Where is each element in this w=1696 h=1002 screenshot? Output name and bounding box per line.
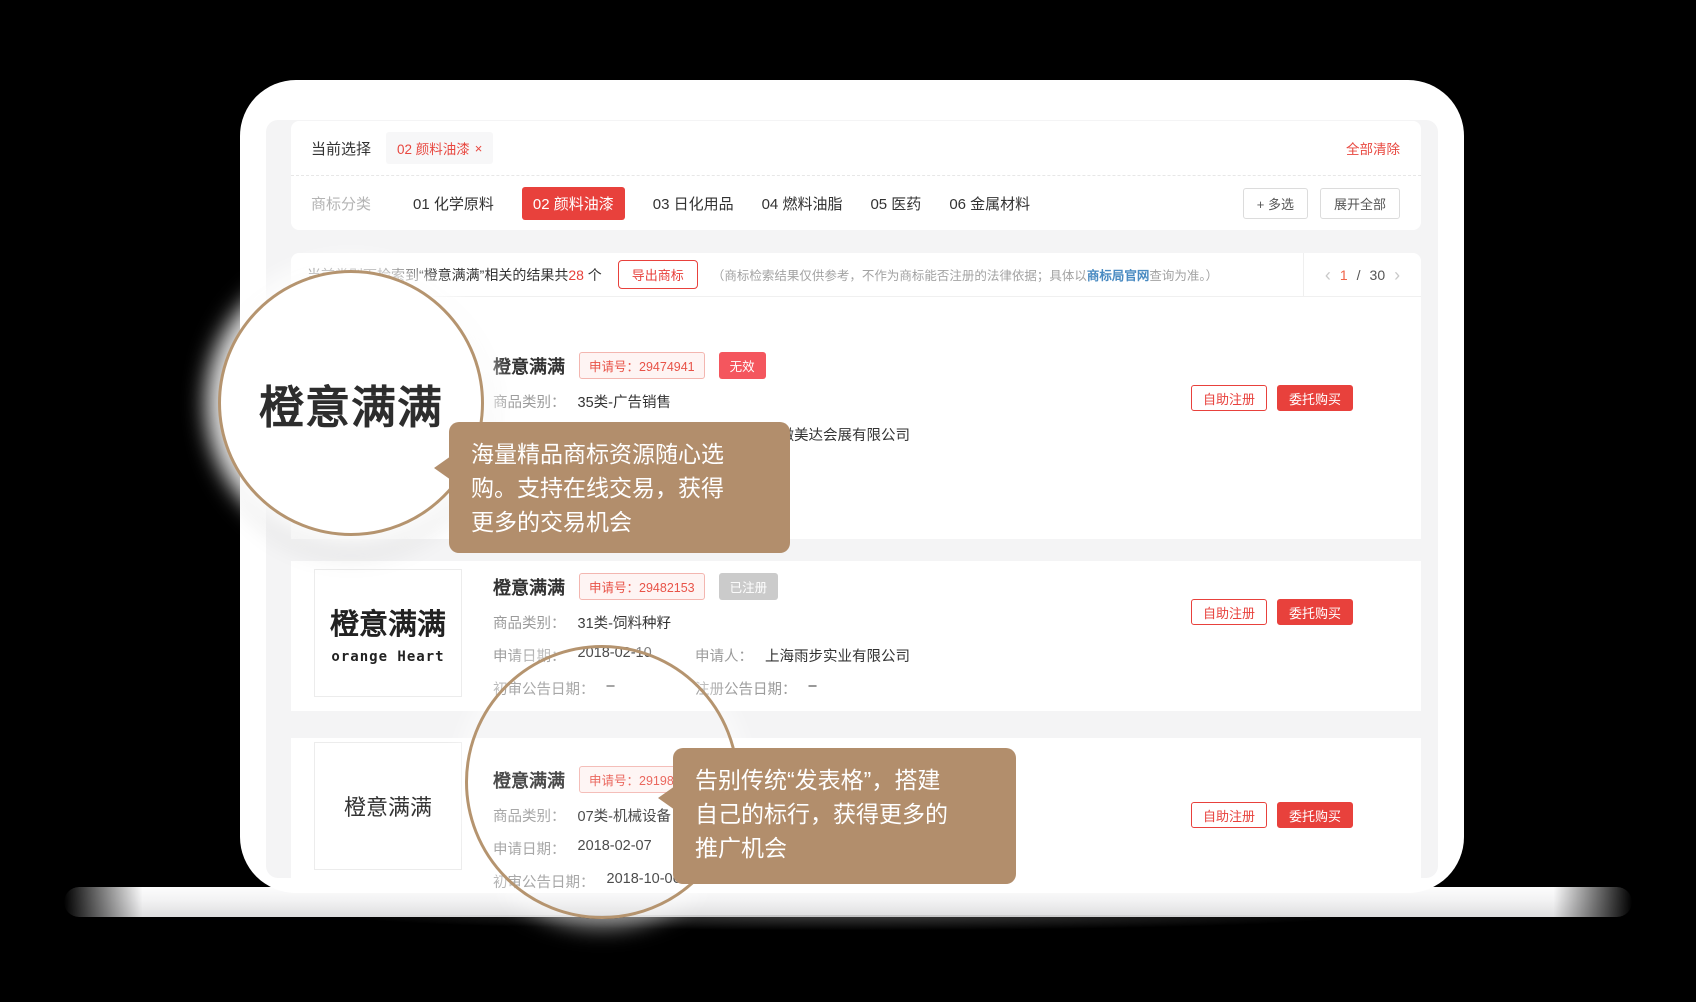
next-page-icon[interactable]: › — [1394, 266, 1400, 284]
application-number-pill: 申请号：29482153 — [579, 573, 705, 600]
entrust-buy-button[interactable]: 委托购买 — [1277, 599, 1353, 625]
category-item-06[interactable]: 06 金属材料 — [949, 193, 1030, 214]
prev-page-icon[interactable]: ‹ — [1325, 266, 1331, 284]
tooltip-arrow-left-icon — [434, 456, 451, 480]
results-header: 当前类别下检索到“橙意满满”相关的结果共28 个 导出商标 （商标检索结果仅供参… — [291, 253, 1421, 297]
application-number-label: 申请号： — [589, 360, 639, 374]
application-number-label: 申请号： — [589, 581, 639, 595]
laptop-base-shadow — [120, 915, 1576, 937]
magnified-trademark-text: 橙意满满 — [259, 371, 443, 436]
results-disclaimer: （商标检索结果仅供参考，不作为商标能否注册的法律依据；具体以商标局官网查询为准。… — [712, 265, 1218, 284]
total-pages: 30 — [1370, 267, 1386, 283]
tooltip-line: 告别传统“发表格”，搭建 — [695, 763, 994, 797]
category-item-04[interactable]: 04 燃料油脂 — [762, 193, 843, 214]
disclaimer-prefix: （商标检索结果仅供参考，不作为商标能否注册的法律依据；具体以 — [712, 269, 1087, 283]
result-1-actions: 自助注册 委托购买 — [1191, 385, 1353, 411]
multi-select-button[interactable]: + 多选 — [1243, 188, 1308, 219]
trademark-image-2-text: 橙意满满 — [330, 601, 446, 643]
magnifier-circle-trademark: 橙意满满 — [218, 270, 484, 536]
current-selection-label: 当前选择 — [311, 138, 371, 159]
applicant-value: 上海雨步实业有限公司 — [765, 645, 910, 666]
applicant-col: 申请人： 上海雨步实业有限公司 — [695, 645, 910, 666]
export-trademarks-button[interactable]: 导出商标 — [618, 260, 698, 289]
applicant-label: 申请人： — [695, 645, 753, 666]
category-item-01[interactable]: 01 化学原料 — [413, 193, 494, 214]
disclaimer-suffix: 查询为准。） — [1149, 269, 1218, 283]
current-page: 1 — [1340, 267, 1348, 283]
category-items: 01 化学原料 02 颜料油漆 03 日化用品 04 燃料油脂 05 医药 06… — [413, 187, 1030, 220]
tooltip-line: 推广机会 — [695, 831, 994, 865]
entrust-buy-button[interactable]: 委托购买 — [1277, 385, 1353, 411]
status-badge-invalid: 无效 — [719, 352, 766, 379]
tooltip-line: 自己的标行，获得更多的 — [695, 797, 994, 831]
page-separator: / — [1357, 267, 1361, 283]
reg-publication-label: 注册公告日期： — [695, 678, 797, 699]
category-item-05[interactable]: 05 医药 — [870, 193, 921, 214]
result-2-actions: 自助注册 委托购买 — [1191, 599, 1353, 625]
category-item-03[interactable]: 03 日化用品 — [653, 193, 734, 214]
results-count-suffix: 个 — [584, 267, 602, 283]
self-register-button[interactable]: 自助注册 — [1191, 802, 1267, 828]
tooltip-promotion: 告别传统“发表格”，搭建 自己的标行，获得更多的 推广机会 — [673, 748, 1016, 884]
trademark-office-link[interactable]: 商标局官网 — [1087, 269, 1150, 283]
trademark-image-2-subtext: orange Heart — [331, 649, 444, 665]
entrust-buy-button[interactable]: 委托购买 — [1277, 802, 1353, 828]
application-number-value: 29474941 — [639, 360, 695, 374]
category-label: 商品类别： — [493, 391, 566, 412]
clear-all-button[interactable]: 全部清除 — [1346, 138, 1400, 158]
result-row-2: 橙意满满 orange Heart 橙意满满 申请号：29482153 已注册 … — [291, 561, 1421, 711]
tooltip-line: 海量精品商标资源随心选 — [471, 437, 768, 471]
status-badge-registered: 已注册 — [719, 573, 779, 600]
self-register-button[interactable]: 自助注册 — [1191, 599, 1267, 625]
category-value: 35类-广告销售 — [578, 391, 671, 412]
expand-all-button[interactable]: 展开全部 — [1320, 188, 1400, 219]
result-2-title-line: 橙意满满 申请号：29482153 已注册 — [493, 573, 1421, 600]
tooltip-marketplace: 海量精品商标资源随心选 购。支持在线交易，获得 更多的交易机会 — [449, 422, 790, 553]
trademark-name[interactable]: 橙意满满 — [493, 353, 565, 379]
category-bar: 商标分类 01 化学原料 02 颜料油漆 03 日化用品 04 燃料油脂 05 … — [291, 175, 1421, 230]
reg-publication-col: 注册公告日期： – — [695, 678, 817, 699]
application-number-pill: 申请号：29474941 — [579, 352, 705, 379]
filter-card: 当前选择 02 颜料油漆 × 全部清除 商标分类 01 化学原料 02 颜料油漆… — [291, 121, 1421, 230]
remove-tag-icon[interactable]: × — [475, 141, 483, 156]
pagination: ‹ 1 / 30 › — [1303, 253, 1421, 296]
tooltip-line: 购。支持在线交易，获得 — [471, 471, 768, 505]
self-register-button[interactable]: 自助注册 — [1191, 385, 1267, 411]
result-3-actions: 自助注册 委托购买 — [1191, 802, 1353, 828]
result-1-title-line: 橙意满满 申请号：29474941 无效 — [493, 352, 1421, 379]
category-bar-label: 商标分类 — [311, 193, 371, 214]
trademark-name[interactable]: 橙意满满 — [493, 574, 565, 600]
trademark-image-3-text: 橙意满满 — [344, 790, 432, 822]
tooltip-line: 更多的交易机会 — [471, 505, 768, 539]
category-label: 商品类别： — [493, 612, 566, 633]
selected-filter-tag-text: 02 颜料油漆 — [397, 138, 470, 158]
trademark-image-3: 橙意满满 — [314, 742, 462, 870]
row-separator — [291, 711, 1421, 738]
results-count: 28 — [568, 267, 584, 283]
application-number-value: 29482153 — [639, 581, 695, 595]
reg-publication-value: – — [809, 678, 817, 699]
current-selection-bar: 当前选择 02 颜料油漆 × 全部清除 — [291, 121, 1421, 175]
tooltip-arrow-left-icon — [658, 786, 675, 810]
category-actions: + 多选 展开全部 — [1243, 188, 1400, 219]
category-value: 31类-饲料种籽 — [578, 612, 671, 633]
selected-filter-tag[interactable]: 02 颜料油漆 × — [386, 132, 493, 164]
category-item-02-selected[interactable]: 02 颜料油漆 — [522, 187, 625, 220]
trademark-image-2: 橙意满满 orange Heart — [314, 569, 462, 697]
